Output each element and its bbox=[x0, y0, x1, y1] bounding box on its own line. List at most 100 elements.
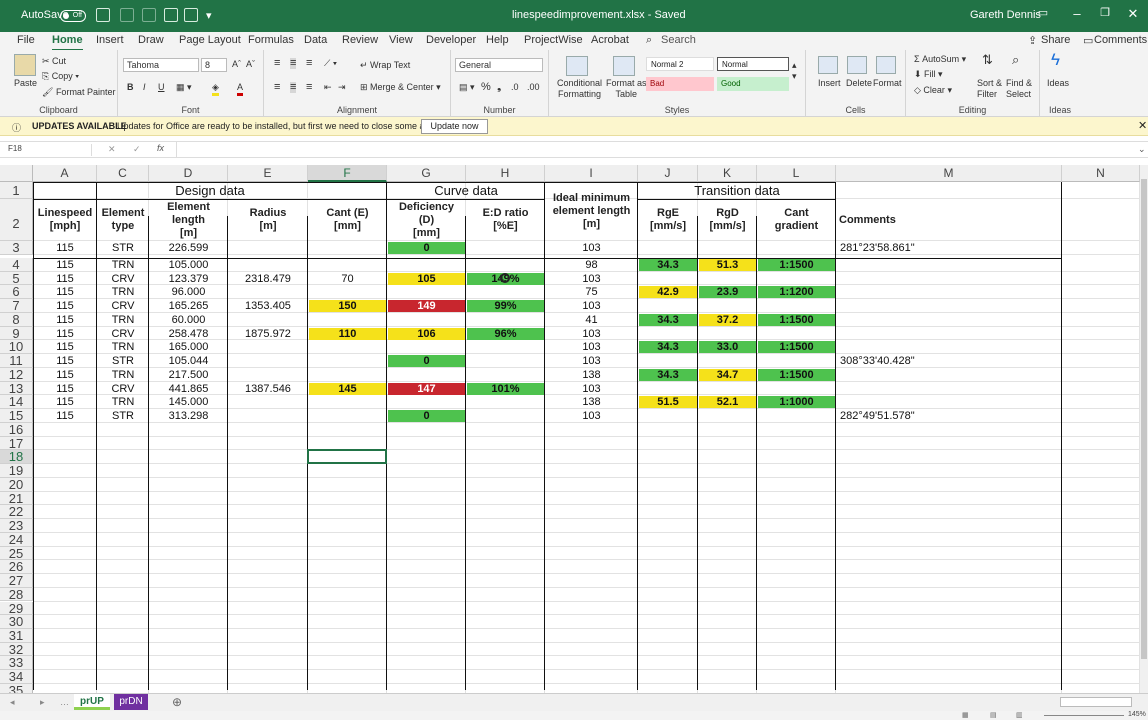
cell-h7[interactable]: 99% bbox=[467, 300, 544, 313]
font-name-select[interactable]: Tahoma bbox=[123, 58, 199, 72]
cell-k7[interactable] bbox=[699, 300, 756, 312]
format-as-table-button[interactable]: Format as Table bbox=[606, 78, 647, 100]
row-header-35[interactable]: 35 bbox=[0, 684, 33, 693]
cell-k5[interactable] bbox=[699, 273, 756, 285]
minimize-icon[interactable]: – bbox=[1062, 6, 1092, 21]
cell-e8[interactable] bbox=[229, 314, 307, 326]
copy-button[interactable]: ⎘ Copy ▾ bbox=[42, 71, 79, 82]
conditional-formatting-button[interactable]: Conditional Formatting bbox=[557, 78, 602, 100]
ideas-icon[interactable]: ϟ bbox=[1051, 51, 1060, 68]
tab-insert[interactable]: Insert bbox=[96, 34, 124, 46]
paste-button[interactable]: Paste bbox=[14, 78, 37, 89]
style-normal[interactable]: Normal bbox=[717, 57, 789, 71]
cell-h11[interactable] bbox=[467, 355, 544, 367]
row-header-28[interactable]: 28 bbox=[0, 588, 33, 602]
cell-e5[interactable]: 2318.479 bbox=[229, 273, 307, 285]
vertical-scrollbar[interactable] bbox=[1140, 165, 1148, 693]
cell-c11[interactable]: STR bbox=[98, 355, 148, 367]
cut-button[interactable]: ✂ Cut bbox=[42, 56, 66, 67]
cell-g15[interactable]: 0 bbox=[388, 410, 465, 423]
shrink-font-button[interactable]: Aˇ bbox=[246, 59, 255, 70]
indent-increase-icon[interactable]: ⇥ bbox=[338, 82, 346, 93]
cell-d8[interactable]: 60.000 bbox=[150, 314, 227, 326]
font-color-icon[interactable]: A bbox=[237, 82, 244, 96]
tab-draw[interactable]: Draw bbox=[138, 34, 164, 46]
row-header-21[interactable]: 21 bbox=[0, 491, 33, 506]
sheet-tab-prup[interactable]: prUP bbox=[74, 694, 110, 710]
cell-i10[interactable]: 103 bbox=[546, 341, 637, 353]
cell-f14[interactable] bbox=[309, 396, 386, 408]
cell-e7[interactable]: 1353.405 bbox=[229, 300, 307, 312]
cell-a8[interactable]: 115 bbox=[34, 314, 96, 326]
cell-l14[interactable]: 1:1000 bbox=[758, 396, 835, 409]
autosave-toggle[interactable]: Off bbox=[60, 10, 86, 22]
cell-e15[interactable] bbox=[229, 410, 307, 422]
cell-l7[interactable] bbox=[758, 300, 835, 312]
cell-g11[interactable]: 0 bbox=[388, 355, 465, 368]
column-header-n[interactable]: N bbox=[1062, 165, 1140, 182]
column-header-m[interactable]: M bbox=[836, 165, 1062, 182]
cell-j8[interactable]: 34.3 bbox=[639, 313, 697, 326]
row-header-27[interactable]: 27 bbox=[0, 574, 33, 588]
undo-icon[interactable] bbox=[120, 8, 134, 22]
cell-j10[interactable]: 34.3 bbox=[639, 341, 697, 354]
column-header-c[interactable]: C bbox=[97, 165, 149, 182]
sort-filter-button[interactable]: Sort & Filter bbox=[977, 78, 1002, 100]
cell-m8[interactable] bbox=[837, 314, 1061, 326]
grow-font-button[interactable]: Aˆ bbox=[232, 59, 241, 70]
cell-c15[interactable]: STR bbox=[98, 410, 148, 422]
cell-k13[interactable] bbox=[699, 383, 756, 395]
row-header-33[interactable]: 33 bbox=[0, 656, 33, 671]
row-header-17[interactable]: 17 bbox=[0, 436, 33, 451]
cell-h8[interactable] bbox=[467, 314, 544, 326]
italic-button[interactable]: I bbox=[143, 82, 146, 93]
select-all-corner[interactable] bbox=[0, 165, 33, 182]
ribbon-display-icon[interactable]: ▭ bbox=[1028, 6, 1058, 19]
align-bottom-icon[interactable]: ≡ bbox=[306, 58, 312, 69]
cell-f13[interactable]: 145 bbox=[309, 382, 386, 395]
cell-h3[interactable] bbox=[467, 242, 544, 254]
cell-m10[interactable] bbox=[837, 341, 1061, 353]
cell-d7[interactable]: 165.265 bbox=[150, 300, 227, 312]
row-header-11[interactable]: 11 bbox=[0, 354, 33, 368]
find-select-button[interactable]: Find & Select bbox=[1006, 78, 1032, 100]
cell-i6[interactable]: 75 bbox=[546, 286, 637, 298]
bold-button[interactable]: B bbox=[127, 82, 134, 93]
cell-j15[interactable] bbox=[639, 410, 697, 422]
cell-f11[interactable] bbox=[309, 355, 386, 367]
row-header-15[interactable]: 15 bbox=[0, 409, 33, 423]
cell-j13[interactable] bbox=[639, 383, 697, 395]
expand-formula-icon[interactable]: ⌄ bbox=[1138, 144, 1146, 155]
new-sheet-icon[interactable]: ⊕ bbox=[172, 695, 182, 709]
cell-d4[interactable]: 105.000 bbox=[150, 259, 227, 271]
cell-k9[interactable] bbox=[699, 328, 756, 340]
cell-f10[interactable] bbox=[309, 341, 386, 353]
cell-a10[interactable]: 115 bbox=[34, 341, 96, 353]
cell-a6[interactable]: 115 bbox=[34, 286, 96, 298]
cell-g14[interactable] bbox=[388, 396, 465, 408]
page-layout-view-icon[interactable]: ▤ bbox=[990, 711, 997, 719]
merge-center-button[interactable]: ⊞ Merge & Center ▾ bbox=[360, 82, 441, 93]
cell-m4[interactable] bbox=[837, 259, 1061, 271]
sheet-tab-prdn[interactable]: prDN bbox=[114, 694, 148, 710]
style-good[interactable]: Good bbox=[717, 77, 789, 91]
cell-m11[interactable]: 308°33'40.428" bbox=[837, 355, 1061, 367]
cell-d13[interactable]: 441.865 bbox=[150, 383, 227, 395]
cell-m7[interactable] bbox=[837, 300, 1061, 312]
cell-d9[interactable]: 258.478 bbox=[150, 328, 227, 340]
normal-view-icon[interactable]: ▦ bbox=[962, 711, 969, 719]
format-painter-button[interactable]: 🖌 Format Painter bbox=[42, 87, 115, 98]
cell-m12[interactable] bbox=[837, 369, 1061, 381]
orientation-icon[interactable]: ⟋ ▾ bbox=[324, 58, 337, 69]
insert-cells-button[interactable]: Insert bbox=[818, 78, 841, 89]
cell-h13[interactable]: 101% bbox=[467, 382, 544, 395]
number-format-select[interactable]: General bbox=[455, 58, 543, 72]
cell-a4[interactable]: 115 bbox=[34, 259, 96, 271]
sheet-next-icon[interactable]: ▸ bbox=[40, 697, 45, 708]
cell-f9[interactable]: 110 bbox=[309, 327, 386, 340]
tab-formulas[interactable]: Formulas bbox=[248, 34, 294, 46]
cell-a14[interactable]: 115 bbox=[34, 396, 96, 408]
conditional-formatting-icon[interactable] bbox=[566, 56, 588, 76]
cell-l8[interactable]: 1:1500 bbox=[758, 313, 835, 326]
align-left-icon[interactable]: ≡ bbox=[274, 82, 280, 93]
